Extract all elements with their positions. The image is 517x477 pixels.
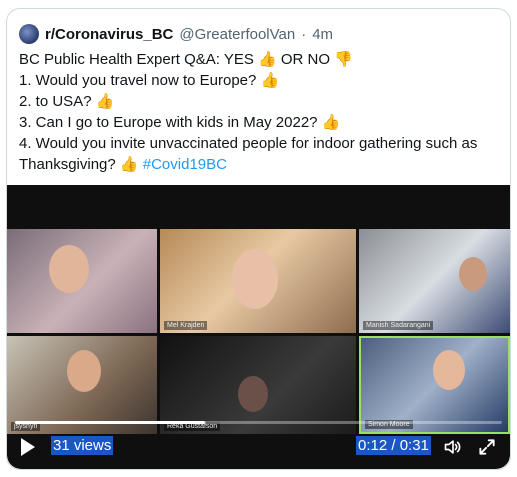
- thumbs-up-icon: 👍: [321, 114, 341, 131]
- participant-name: Mel Krajden: [164, 321, 208, 330]
- play-icon[interactable]: [21, 438, 35, 456]
- video-tile: Reka Gustafson: [160, 336, 356, 434]
- progress-fill: [15, 421, 205, 424]
- video-tile: Mel Krajden: [160, 229, 356, 333]
- video-controls: 31 views 0:12 / 0:31: [7, 433, 510, 463]
- participant-face: [232, 249, 278, 309]
- thumbs-down-icon: 👎: [334, 51, 353, 68]
- tweet-card[interactable]: r/Coronavirus_BC @GreaterfoolVan · 4m BC…: [6, 8, 511, 470]
- thumbs-up-icon: 👍: [258, 51, 277, 68]
- participant-face: [49, 245, 89, 293]
- video-tile: Simon Moore: [359, 336, 510, 434]
- tweet-line: 2. to USA? 👍: [19, 93, 115, 110]
- fullscreen-icon[interactable]: [477, 437, 497, 457]
- view-count: 31 views: [51, 436, 114, 455]
- tweet-line: BC Public Health Expert Q&A: YES 👍 OR NO…: [19, 51, 353, 68]
- tweet-line: Thanksgiving? 👍 #Covid19BC: [19, 156, 227, 173]
- thumbs-up-icon: 👍: [260, 72, 280, 89]
- tweet-time[interactable]: 4m: [312, 26, 333, 43]
- avatar[interactable]: [19, 24, 39, 44]
- volume-icon[interactable]: [443, 437, 463, 457]
- participant-face: [433, 350, 465, 390]
- tweet-line: 1. Would you travel now to Europe? 👍: [19, 72, 280, 89]
- separator-dot: ·: [301, 25, 307, 43]
- account-handle[interactable]: @GreaterfoolVan: [179, 26, 295, 43]
- video-tile: jsyshyn: [7, 336, 157, 434]
- tweet-text: BC Public Health Expert Q&A: YES 👍 OR NO…: [19, 49, 499, 175]
- video-tile: Manish Sadarangani: [359, 229, 510, 333]
- tweet-line: 3. Can I go to Europe with kids in May 2…: [19, 114, 341, 131]
- tweet-line: 4. Would you invite unvaccinated people …: [19, 135, 478, 152]
- thumbs-up-icon: 👍: [119, 156, 139, 173]
- thumbs-up-icon: 👍: [95, 93, 115, 110]
- video-time: 0:12 / 0:31: [356, 436, 431, 455]
- video-tile: [7, 229, 157, 333]
- account-name[interactable]: r/Coronavirus_BC: [45, 26, 173, 43]
- participant-face: [459, 257, 487, 291]
- video-player[interactable]: Mel Krajden Manish Sadarangani jsyshyn R…: [7, 185, 510, 469]
- participant-face: [238, 376, 268, 412]
- participant-name: Manish Sadarangani: [363, 321, 434, 330]
- hashtag-link[interactable]: #Covid19BC: [139, 156, 227, 173]
- progress-bar[interactable]: [15, 421, 502, 424]
- tweet-header: r/Coronavirus_BC @GreaterfoolVan · 4m: [19, 23, 333, 45]
- participant-face: [67, 350, 101, 392]
